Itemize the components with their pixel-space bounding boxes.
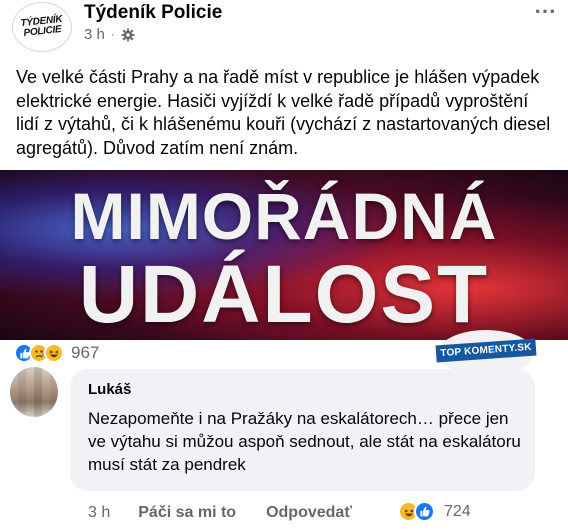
post-timestamp[interactable]: 3 h	[84, 26, 105, 43]
comment-reply-button[interactable]: Odpovedať	[266, 504, 352, 522]
comment-reactions[interactable]: 724	[398, 501, 471, 522]
post-body-text: Ve velké části Prahy a na řadě míst v re…	[16, 67, 551, 158]
comment-like-button[interactable]: Páči sa mi to	[138, 504, 236, 522]
reaction-count[interactable]: 967	[71, 343, 99, 363]
banner-headline-1: MIMOŘÁDNÁ	[70, 179, 498, 253]
comment-text: Nezapomeňte i na Pražáky na eskalátorech…	[88, 409, 521, 474]
post-reactions[interactable]: 967	[14, 342, 99, 364]
page-name-link[interactable]: Týdeník Policie	[84, 2, 222, 24]
meta-separator: ·	[110, 28, 115, 41]
post-meta: 3 h ·	[84, 26, 135, 43]
comment-author[interactable]: Lukáš	[88, 381, 131, 398]
haha-reaction-icon	[44, 343, 64, 363]
post-header: TÝDENÍK POLICIE Týdeník Policie 3 h · ⋯	[0, 0, 568, 52]
post-image-banner[interactable]: MIMOŘÁDNÁ UDÁLOST	[0, 170, 568, 340]
more-options-icon[interactable]: ⋯	[534, 0, 557, 22]
page-logo: TÝDENÍK POLICIE	[16, 14, 68, 39]
comment-actions: 3 h Páči sa mi to Odpovedať	[88, 502, 352, 524]
comment-reaction-count[interactable]: 724	[444, 503, 471, 521]
comment-bubble: Lukáš Nezapomeňte i na Pražáky na eskalá…	[70, 369, 535, 491]
like-reaction-icon	[414, 501, 435, 522]
commenter-avatar[interactable]	[10, 367, 58, 417]
comment-timestamp[interactable]: 3 h	[88, 504, 110, 522]
page-avatar[interactable]: TÝDENÍK POLICIE	[12, 2, 72, 52]
gear-icon	[120, 27, 135, 42]
banner-headline-2: UDÁLOST	[78, 249, 490, 340]
